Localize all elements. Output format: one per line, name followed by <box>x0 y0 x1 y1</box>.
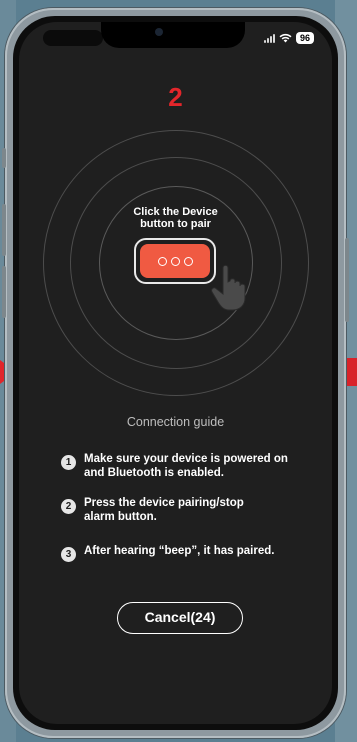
device-dot <box>170 256 180 266</box>
wifi-icon <box>279 33 292 43</box>
battery-icon: 96 <box>295 32 314 44</box>
notch <box>101 22 245 48</box>
step-badge: 1 <box>61 455 76 470</box>
pair-hint: Click the Device button to pair <box>19 206 332 230</box>
device-dots-icon <box>157 256 167 266</box>
pair-hint-line-1: Click the Device <box>133 206 218 218</box>
device-dot <box>183 256 193 266</box>
step-badge: 2 <box>61 499 76 514</box>
step-text-line: and Bluetooth is enabled. <box>84 467 224 479</box>
step-text-line: Press the device pairing/stop <box>84 497 244 509</box>
volume-up-button <box>2 204 6 256</box>
step-text: Make sure your device is powered on and … <box>84 452 294 480</box>
app-screen: 96 2 Click the Device button to pair Con… <box>19 22 332 724</box>
cancel-button[interactable]: Cancel(24) <box>117 602 243 634</box>
status-bar-right: 96 <box>263 32 314 44</box>
step-text-line: After hearing “beep”, it has paired. <box>84 545 275 557</box>
tap-hand-icon <box>211 264 246 311</box>
step-text-line: Make sure your device is powered on <box>84 453 288 465</box>
signal-icon <box>263 33 275 43</box>
device-button-illustration <box>134 238 216 284</box>
device-pair-button[interactable] <box>140 244 210 278</box>
step-text: Press the device pairing/stop alarm butt… <box>84 496 294 524</box>
guide-step-1: 1 Make sure your device is powered on an… <box>61 452 294 480</box>
phone-frame: 96 2 Click the Device button to pair Con… <box>2 8 349 738</box>
guide-step-2: 2 Press the device pairing/stop alarm bu… <box>61 496 294 524</box>
status-time-area <box>43 30 103 46</box>
connection-guide-title: Connection guide <box>126 415 225 429</box>
mute-switch <box>2 148 6 168</box>
volume-down-button <box>2 266 6 318</box>
step-text: After hearing “beep”, it has paired. <box>84 544 294 558</box>
step-text-line: alarm button. <box>84 511 157 523</box>
phone-bezel: 96 2 Click the Device button to pair Con… <box>13 16 338 730</box>
step-number: 2 <box>168 82 183 112</box>
power-button <box>345 238 349 322</box>
camera-dot <box>155 28 163 36</box>
guide-step-3: 3 After hearing “beep”, it has paired. <box>61 544 294 562</box>
step-badge: 3 <box>61 547 76 562</box>
pair-hint-line-2: button to pair <box>140 218 211 230</box>
